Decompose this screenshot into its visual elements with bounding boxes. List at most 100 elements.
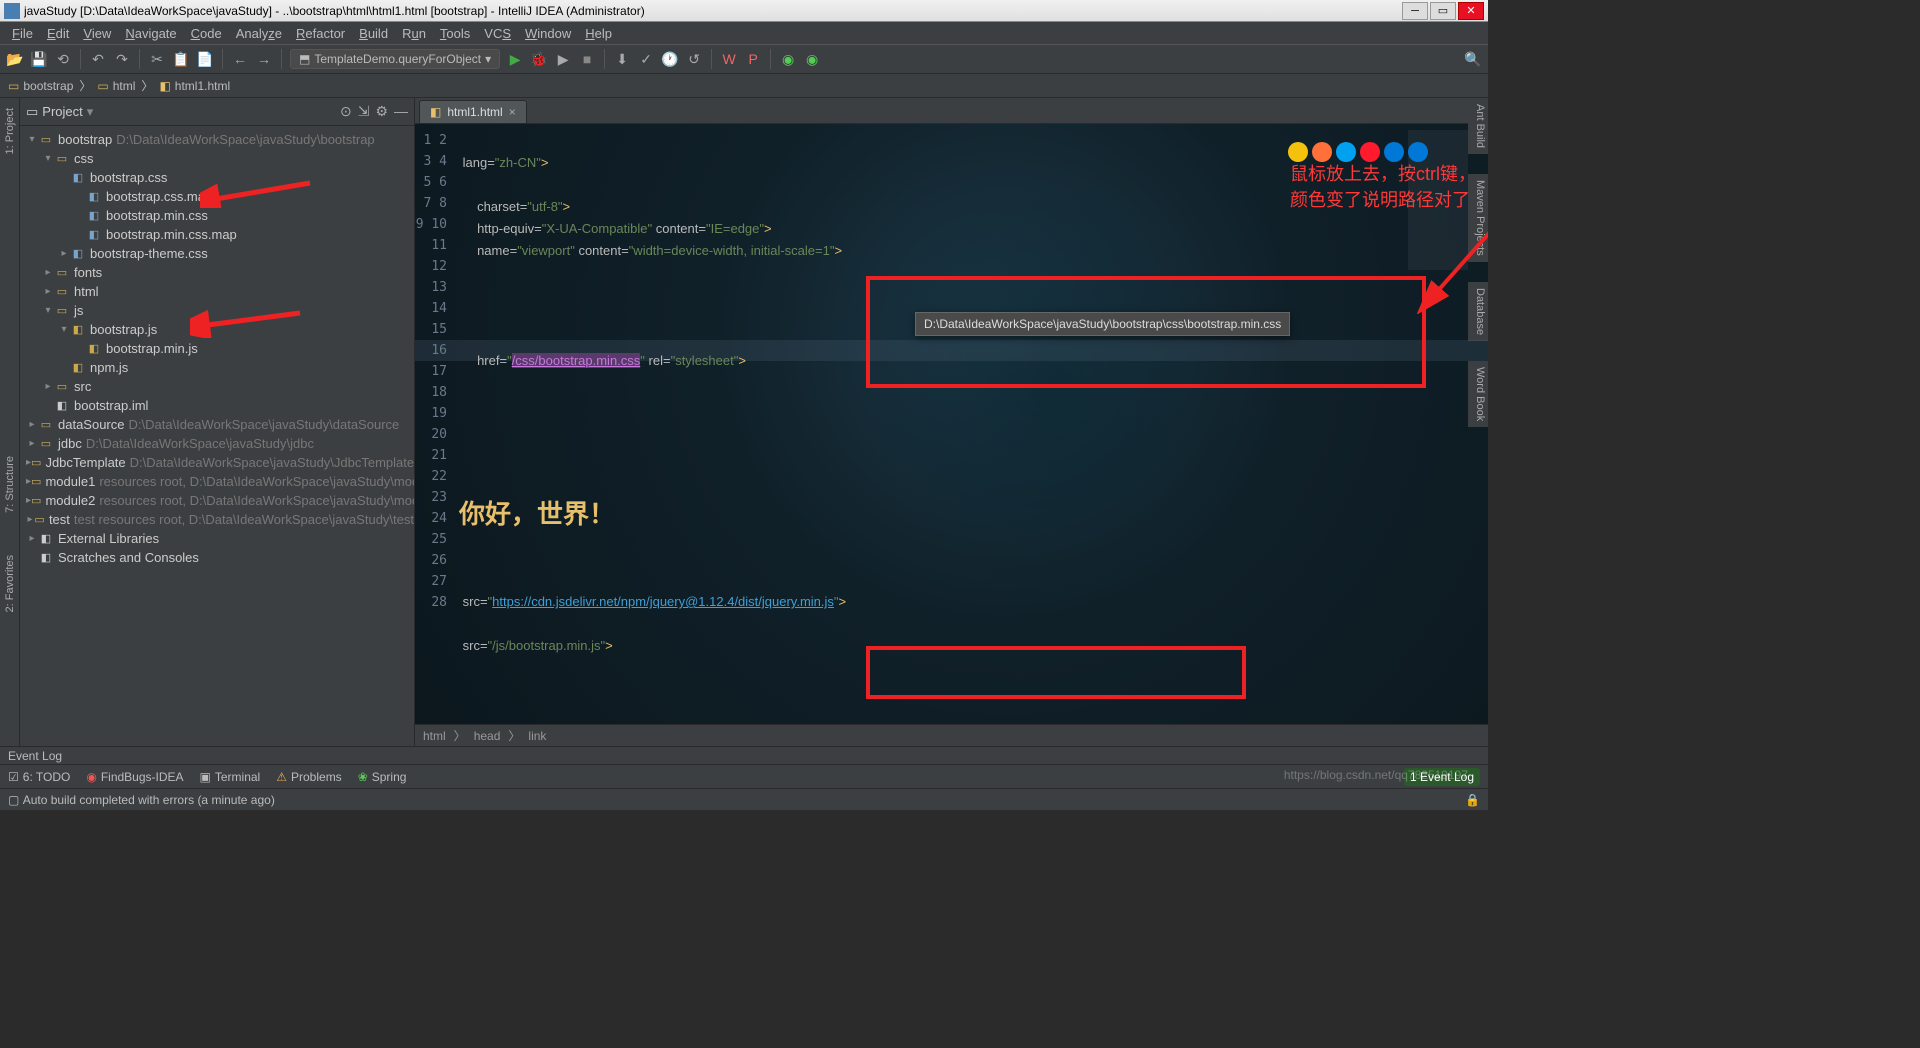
- ie-icon[interactable]: [1384, 142, 1404, 162]
- editor-breadcrumb: html〉 head〉 link: [415, 724, 1488, 746]
- tree-row[interactable]: ▸▭src: [20, 377, 414, 396]
- refresh-icon[interactable]: ⟲: [54, 50, 72, 68]
- tree-row[interactable]: ◧Scratches and Consoles: [20, 548, 414, 567]
- tree-row[interactable]: ▸▭dataSourceD:\Data\IdeaWorkSpace\javaSt…: [20, 415, 414, 434]
- menu-file[interactable]: File: [6, 24, 39, 43]
- open-icon[interactable]: 📂: [6, 50, 24, 68]
- firefox-icon[interactable]: [1312, 142, 1332, 162]
- crumb-link[interactable]: link: [528, 729, 546, 743]
- editor-tabs: ◧ html1.html ×: [415, 98, 1488, 124]
- tool-todo[interactable]: ☑ 6: TODO: [8, 770, 70, 784]
- tree-row[interactable]: ▸▭JdbcTemplateD:\Data\IdeaWorkSpace\java…: [20, 453, 414, 472]
- menu-refactor[interactable]: Refactor: [290, 24, 351, 43]
- close-tab-icon[interactable]: ×: [509, 105, 516, 119]
- coverage-icon[interactable]: ▶: [554, 50, 572, 68]
- tree-row[interactable]: ▾▭bootstrapD:\Data\IdeaWorkSpace\javaStu…: [20, 130, 414, 149]
- menu-analyze[interactable]: Analyze: [230, 24, 288, 43]
- tree-row[interactable]: ▸▭fonts: [20, 263, 414, 282]
- menu-edit[interactable]: Edit: [41, 24, 75, 43]
- event-log-label[interactable]: Event Log: [0, 746, 1488, 764]
- watermark: https://blog.csdn.net/qq782519197: [1284, 768, 1468, 782]
- opera-icon[interactable]: [1360, 142, 1380, 162]
- vcs-history-icon[interactable]: 🕐: [661, 50, 679, 68]
- tab-structure[interactable]: 7: Structure: [2, 450, 18, 519]
- cut-icon[interactable]: ✂: [148, 50, 166, 68]
- redo-icon[interactable]: ↷: [113, 50, 131, 68]
- save-icon[interactable]: 💾: [30, 50, 48, 68]
- run-icon[interactable]: ▶: [506, 50, 524, 68]
- tree-row[interactable]: ▾▭js: [20, 301, 414, 320]
- tree-row[interactable]: ▾▭css: [20, 149, 414, 168]
- tool-findbugs[interactable]: ◉ FindBugs-IDEA: [86, 770, 183, 784]
- tree-row[interactable]: ◧npm.js: [20, 358, 414, 377]
- safari-icon[interactable]: [1336, 142, 1356, 162]
- vcs-commit-icon[interactable]: ✓: [637, 50, 655, 68]
- tree-row[interactable]: ▸▭module1resources root, D:\Data\IdeaWor…: [20, 472, 414, 491]
- tree-row[interactable]: ▸▭html: [20, 282, 414, 301]
- tree-row[interactable]: ▾◧bootstrap.js: [20, 320, 414, 339]
- tool-terminal[interactable]: ▣ Terminal: [200, 770, 261, 784]
- copy-icon[interactable]: 📋: [172, 50, 190, 68]
- tree-row[interactable]: ▸▭testtest resources root, D:\Data\IdeaW…: [20, 510, 414, 529]
- collapse-icon[interactable]: ⇲: [358, 103, 370, 120]
- menu-run[interactable]: Run: [396, 24, 432, 43]
- scroll-from-source-icon[interactable]: ⊙: [340, 103, 352, 120]
- chrome-icon[interactable]: [1288, 142, 1308, 162]
- stop-icon[interactable]: ■: [578, 50, 596, 68]
- gear-icon[interactable]: ⚙: [375, 103, 388, 120]
- lock-icon[interactable]: 🔒: [1465, 793, 1480, 807]
- maximize-button[interactable]: ▭: [1430, 2, 1456, 20]
- tree-row[interactable]: ◧bootstrap.min.css.map: [20, 225, 414, 244]
- findbugs2-icon[interactable]: ◉: [803, 50, 821, 68]
- tree-row[interactable]: ◧bootstrap.min.js: [20, 339, 414, 358]
- run-config-selector[interactable]: ⬒ TemplateDemo.queryForObject ▾: [290, 49, 500, 69]
- paste-icon[interactable]: 📄: [196, 50, 214, 68]
- menu-build[interactable]: Build: [353, 24, 394, 43]
- bc-file[interactable]: ◧ html1.html: [159, 79, 230, 93]
- vcs-revert-icon[interactable]: ↺: [685, 50, 703, 68]
- editor-body[interactable]: 1 2 3 4 5 6 7 8 9 10 11 12 13 14 15 16 1…: [415, 124, 1488, 724]
- back-icon[interactable]: ←: [231, 50, 249, 68]
- tree-row[interactable]: ▸◧External Libraries: [20, 529, 414, 548]
- vcs-update-icon[interactable]: ⬇: [613, 50, 631, 68]
- panel-title[interactable]: ▭ Project ▾: [26, 104, 93, 120]
- hide-icon[interactable]: —: [394, 103, 408, 120]
- tree-row[interactable]: ▸◧bootstrap-theme.css: [20, 244, 414, 263]
- tree-row[interactable]: ▸▭module2resources root, D:\Data\IdeaWor…: [20, 491, 414, 510]
- bc-folder[interactable]: ▭ html: [97, 79, 135, 93]
- menu-tools[interactable]: Tools: [434, 24, 476, 43]
- word-icon[interactable]: W: [720, 50, 738, 68]
- tree-row[interactable]: ◧bootstrap.iml: [20, 396, 414, 415]
- tree-row[interactable]: ◧bootstrap.css.map: [20, 187, 414, 206]
- close-button[interactable]: ✕: [1458, 2, 1484, 20]
- menu-navigate[interactable]: Navigate: [119, 24, 182, 43]
- undo-icon[interactable]: ↶: [89, 50, 107, 68]
- status-icon[interactable]: ▢: [8, 793, 19, 807]
- menu-help[interactable]: Help: [579, 24, 618, 43]
- menu-view[interactable]: View: [77, 24, 117, 43]
- chevron-down-icon: ▾: [485, 52, 491, 66]
- tool-spring[interactable]: ❀ Spring: [358, 770, 407, 784]
- minimize-button[interactable]: ─: [1402, 2, 1428, 20]
- project-tree[interactable]: ▾▭bootstrapD:\Data\IdeaWorkSpace\javaStu…: [20, 126, 414, 746]
- bc-project[interactable]: ▭ bootstrap: [8, 79, 73, 93]
- menu-code[interactable]: Code: [185, 24, 228, 43]
- tab-favorites[interactable]: 2: Favorites: [2, 549, 18, 618]
- tree-row[interactable]: ▸▭jdbcD:\Data\IdeaWorkSpace\javaStudy\jd…: [20, 434, 414, 453]
- edge-icon[interactable]: [1408, 142, 1428, 162]
- tool-problems[interactable]: ⚠ Problems: [276, 770, 341, 784]
- crumb-html[interactable]: html: [423, 729, 446, 743]
- tree-row[interactable]: ◧bootstrap.css: [20, 168, 414, 187]
- ppt-icon[interactable]: P: [744, 50, 762, 68]
- forward-icon[interactable]: →: [255, 50, 273, 68]
- crumb-head[interactable]: head: [474, 729, 501, 743]
- tab-project[interactable]: 1: Project: [2, 102, 18, 160]
- findbugs-icon[interactable]: ◉: [779, 50, 797, 68]
- search-icon[interactable]: 🔍: [1464, 50, 1482, 68]
- tab-html1[interactable]: ◧ html1.html ×: [419, 100, 527, 123]
- menu-window[interactable]: Window: [519, 24, 577, 43]
- code-content[interactable]: lang="zh-CN"> charset="utf-8"> http-equi…: [455, 124, 1488, 724]
- debug-icon[interactable]: 🐞: [530, 50, 548, 68]
- menu-vcs[interactable]: VCS: [478, 24, 517, 43]
- tree-row[interactable]: ◧bootstrap.min.css: [20, 206, 414, 225]
